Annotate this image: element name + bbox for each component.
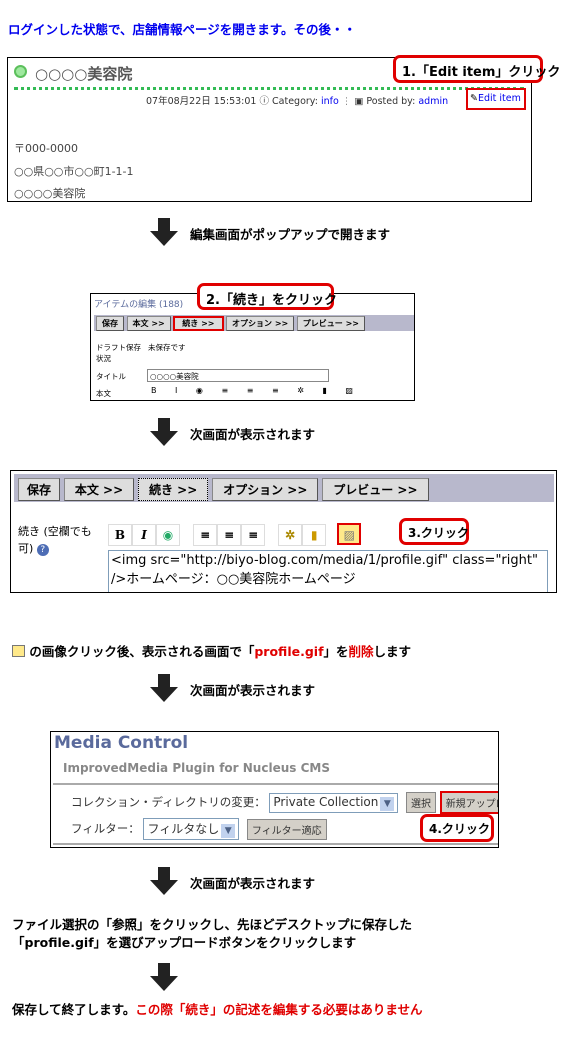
apply-filter-button[interactable]: フィルター適応 (246, 818, 327, 840)
align-left-icon[interactable]: ≡ (193, 524, 218, 546)
collection-row: コレクション・ディレクトリの変更： Private Collection ▼ 選択… (71, 791, 498, 814)
divider (53, 783, 498, 785)
arrow-caption: 次画面が表示されます (190, 876, 316, 891)
tab-toolbar: 保存 本文 >> 続き >> オプション >> プレビュー >> (14, 474, 554, 502)
title-label: タイトル (96, 372, 126, 381)
filter-label: フィルター： (71, 821, 140, 836)
instruction-delete: 削除 (348, 644, 374, 659)
down-arrow-icon (150, 867, 178, 895)
status-dot-icon (14, 65, 27, 78)
align-right-icon[interactable]: ≡ (217, 524, 242, 546)
posted-label: Posted by: (366, 96, 416, 107)
tab-preview[interactable]: プレビュー >> (322, 478, 429, 501)
image-insert-icon[interactable]: ▨ (337, 523, 362, 545)
tab-continue[interactable]: 続き >> (173, 316, 224, 331)
edit-item-label: Edit item (477, 93, 521, 104)
callout-step3: 3.クリック (399, 518, 469, 545)
filter-select[interactable]: フィルタなし ▼ (143, 818, 240, 840)
addon-icon[interactable]: ✲ (278, 524, 303, 546)
user-icon: ▣ (354, 96, 364, 107)
callout-step2: 2.「続き」をクリック (197, 283, 337, 310)
bold-icon[interactable]: B (108, 524, 132, 546)
edit-item-link[interactable]: ✎Edit item (466, 88, 526, 110)
collection-label: コレクション・ディレクトリの変更： (71, 795, 266, 809)
format-toolbar: B I ◉ ≡ ≡ ≡ ✲ ▮ ▨ (151, 386, 361, 395)
instruction-post: します (373, 644, 412, 659)
tab-body[interactable]: 本文 >> (126, 316, 171, 331)
arrow-caption: 次画面が表示されます (190, 427, 316, 442)
select-button[interactable]: 選択 (406, 792, 437, 813)
final-text: 保存して終了します。この際「続き」の記述を編集する必要はありません (12, 999, 423, 1018)
media-subtitle: ImprovedMedia Plugin for Nucleus CMS (63, 761, 330, 775)
divider (53, 843, 498, 845)
filter-value: フィルタなし (147, 822, 220, 836)
entry-meta: 07年08月22日 15:53:01 ⓘ Category: info ⋮ ▣ … (146, 96, 449, 107)
intro-text: ログインした状態で、店舗情報ページを開きます。その後・・ (8, 22, 357, 37)
title-input[interactable]: ○○○○美容院 (147, 369, 329, 382)
pencil-icon: ✎ (470, 93, 478, 104)
address-block: 〒000-0000 ○○県○○市○○町1-1-1 ○○○○美容院 (14, 138, 134, 201)
tab-body[interactable]: 本文 >> (63, 478, 135, 501)
instruction-mid: 」を (323, 644, 349, 659)
tab-options[interactable]: オプション >> (226, 316, 295, 331)
shop-name: ○○○○美容院 (14, 187, 86, 200)
final-pre: 保存して終了します。 (12, 1002, 136, 1017)
down-arrow-icon (150, 218, 178, 246)
draft-label: ドラフト保存状況 (96, 343, 141, 363)
body-label: 本文 (96, 389, 111, 398)
tab-toolbar: 保存 本文 >> 続き >> オプション >> プレビュー >> (94, 315, 414, 331)
help-icon[interactable]: ? (36, 544, 49, 556)
upload-instructions: ファイル選択の「参照」をクリックし、先ほどデスクトップに保存した 「profil… (12, 916, 412, 952)
italic-icon[interactable]: I (132, 524, 156, 546)
format-toolbar: B I ◉ ≡ ≡ ≡ ✲ ▮ ▨ (108, 523, 362, 546)
tab-options[interactable]: オプション >> (212, 478, 319, 501)
image-icon (12, 645, 25, 657)
instruction-pre: の画像クリック後、表示される画面で「 (25, 644, 255, 659)
down-arrow-icon (150, 418, 178, 446)
down-arrow-icon (150, 963, 178, 991)
instruction-file: profile.gif (254, 644, 324, 659)
columns-icon[interactable]: ▮ (302, 524, 327, 546)
arrow-caption: 次画面が表示されます (190, 683, 316, 698)
entry-title: ○○○○美容院 (35, 65, 133, 83)
tab-preview[interactable]: プレビュー >> (296, 316, 365, 331)
media-title: Media Control (54, 733, 189, 753)
chevron-down-icon: ▼ (380, 796, 395, 811)
down-arrow-icon (150, 674, 178, 702)
tab-save[interactable]: 保存 (18, 478, 61, 501)
entry-date: 07年08月22日 15:53:01 (146, 96, 257, 107)
category-label: Category: (272, 96, 318, 107)
final-note: この際「続き」の記述を編集する必要はありません (135, 1002, 423, 1017)
new-upload-button[interactable]: 新規アップロード (439, 791, 498, 814)
tab-save[interactable]: 保存 (96, 316, 124, 331)
author-link[interactable]: admin (418, 96, 448, 107)
callout-step1: 1.「Edit item」クリック (393, 55, 560, 83)
collection-select[interactable]: Private Collection ▼ (269, 792, 399, 813)
divider (14, 87, 524, 90)
draft-value: 未保存です (148, 343, 186, 352)
filter-row: フィルター： フィルタなし ▼ フィルター適応 (71, 818, 327, 840)
info-icon: ⓘ (259, 96, 269, 107)
arrow-caption: 編集画面がポップアップで開きます (190, 227, 391, 242)
callout-step4: 4.クリック (420, 814, 494, 842)
category-link[interactable]: info (321, 96, 339, 107)
postal-code: 〒000-0000 (14, 142, 78, 155)
tab-continue[interactable]: 続き >> (137, 478, 209, 501)
continue-editor-screenshot: 保存 本文 >> 続き >> オプション >> プレビュー >> 続き (空欄で… (10, 470, 557, 593)
chevron-down-icon: ▼ (221, 824, 236, 838)
paragraph-line: 「profile.gif」を選びアップロードボタンをクリックします (12, 935, 357, 950)
paragraph-line: ファイル選択の「参照」をクリックし、先ほどデスクトップに保存した (12, 917, 413, 932)
continue-textarea[interactable]: <img src="http://biyo-blog.com/media/1/p… (108, 550, 548, 592)
instruction-text: の画像クリック後、表示される画面で「profile.gif」を削除します (12, 641, 411, 660)
continue-label: 続き (空欄でも可) ? (18, 523, 98, 557)
continue-label-text: 続き (空欄でも可) (18, 525, 92, 555)
address-line: ○○県○○市○○町1-1-1 (14, 164, 134, 178)
align-center-icon[interactable]: ≡ (241, 524, 266, 546)
collection-value: Private Collection (273, 794, 379, 809)
link-icon[interactable]: ◉ (156, 524, 180, 546)
popup-title: アイテムの編集 (188) (94, 300, 184, 310)
